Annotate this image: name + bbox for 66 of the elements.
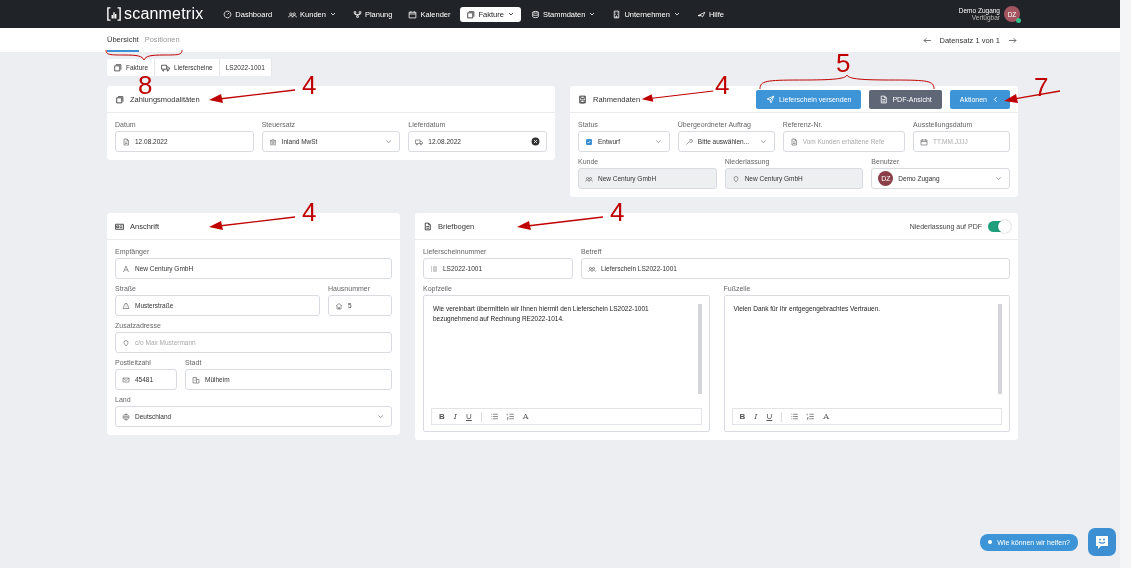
bold-button[interactable]: B [436, 412, 448, 421]
truck-icon [161, 63, 171, 72]
stack-icon [113, 63, 122, 72]
globe-icon [122, 412, 130, 421]
bold-button[interactable]: B [736, 412, 749, 421]
document-icon [789, 137, 798, 146]
numbered-list-icon[interactable] [505, 412, 515, 421]
logo-text: scanmetrix [124, 5, 204, 23]
annotation-number: 4 [715, 72, 730, 98]
clear-icon[interactable] [531, 137, 540, 146]
building-icon [192, 375, 200, 384]
database-icon [530, 9, 540, 19]
stack-icon [466, 9, 476, 19]
location-pin-icon [122, 338, 130, 347]
italic-button[interactable]: I [450, 412, 460, 421]
envelope-icon [122, 375, 130, 384]
chevron-down-icon [994, 174, 1003, 183]
bar-chart-logo-icon [107, 7, 121, 21]
bullet-list-icon[interactable] [790, 412, 800, 421]
building-icon [612, 9, 622, 19]
document-icon [423, 221, 432, 231]
send-icon [766, 94, 776, 104]
chevron-down-icon [376, 412, 385, 421]
chevron-down-icon [384, 137, 394, 146]
arrow-right-icon[interactable] [1008, 35, 1017, 45]
annotation-number: 4 [302, 72, 317, 98]
annotation-number: 5 [836, 49, 851, 76]
calendar-icon [408, 9, 418, 19]
chevron-down-icon [758, 137, 768, 146]
stack-icon [115, 94, 124, 104]
location-pin-icon [731, 174, 740, 183]
document-icon [122, 137, 130, 146]
road-icon [122, 301, 130, 310]
underline-button[interactable]: U [462, 412, 475, 421]
people-icon [588, 264, 596, 273]
scrollbar[interactable] [998, 304, 1002, 394]
wrench-icon [684, 137, 693, 146]
chevron-down-icon [653, 137, 663, 146]
list-icon [430, 264, 438, 273]
annotation-number: 4 [610, 199, 625, 225]
font-button[interactable]: A [820, 412, 832, 421]
font-button[interactable]: A [519, 412, 532, 421]
document-icon [879, 94, 889, 104]
calendar-icon [920, 137, 929, 146]
id-card-icon [115, 221, 124, 231]
annotation-number: 7 [1034, 73, 1049, 100]
network-icon [352, 9, 362, 19]
chevron-left-icon [991, 94, 1000, 104]
letter-icon [122, 264, 130, 273]
people-icon [585, 174, 593, 183]
italic-button[interactable]: I [751, 412, 761, 421]
bank-icon [268, 137, 277, 146]
feather-icon [696, 9, 706, 19]
arrow-left-icon[interactable] [922, 35, 932, 45]
smiley-chat-icon[interactable] [1088, 528, 1116, 556]
bullet-list-icon[interactable] [489, 412, 499, 421]
house-icon [335, 301, 343, 310]
truck-icon [415, 137, 424, 146]
people-icon [288, 9, 298, 19]
numbered-list-icon[interactable] [806, 412, 816, 421]
gauge-icon [223, 9, 233, 19]
checkbox-icon [585, 137, 593, 146]
annotation-number: 4 [302, 199, 317, 225]
scrollbar[interactable] [697, 304, 702, 394]
underline-button[interactable]: U [763, 412, 776, 421]
toggle-switch[interactable] [988, 220, 1010, 232]
